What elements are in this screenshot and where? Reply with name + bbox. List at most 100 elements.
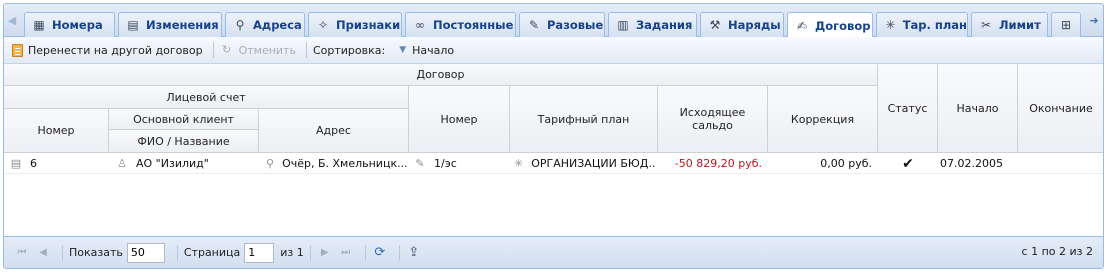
header-tariff-plan[interactable]: Тарифный план — [510, 86, 658, 153]
tab-attributes[interactable]: ✧ Признаки — [308, 12, 402, 37]
pager-separator — [62, 244, 63, 261]
pager-separator — [398, 244, 400, 261]
header-end[interactable]: Окончание — [1018, 64, 1103, 153]
move-to-contract-button[interactable]: Перенести на другой договор — [12, 43, 203, 57]
first-page-icon[interactable]: ⏮ — [14, 247, 30, 258]
next-page-icon[interactable]: ▶ — [317, 247, 333, 258]
tab-permanent[interactable]: ∞ Постоянные — [405, 12, 516, 37]
sort-down-icon: ▼ — [399, 45, 407, 55]
cell-address-text: Очёр, Б. Хмельницк... — [282, 157, 407, 170]
cell-contract-number: ✎ 1/эс — [414, 153, 508, 174]
toolbar-separator — [305, 42, 307, 58]
header-correction[interactable]: Коррекция — [768, 86, 878, 153]
tab-tasks[interactable]: ▥ Задания — [608, 12, 697, 37]
document-icon: ▤ — [127, 18, 139, 32]
cell-end — [1022, 153, 1102, 174]
tab-label: Наряды — [728, 18, 781, 32]
cell-number-text: 6 — [30, 157, 37, 170]
notebook-icon: ▥ — [617, 18, 629, 32]
page-size-input[interactable] — [126, 242, 165, 263]
cell-contract-number-text: 1/эс — [434, 157, 457, 170]
refresh-icon[interactable]: ⟳ — [372, 245, 388, 260]
tab-contract[interactable]: ✍ Договор — [787, 12, 873, 38]
move-to-contract-label: Перенести на другой договор — [28, 43, 203, 57]
header-account-group: Лицевой счет — [4, 86, 409, 109]
header-contract-number[interactable]: Номер — [409, 86, 510, 153]
undo-button[interactable]: ↻ Отменить — [220, 43, 296, 57]
toolbar: Перенести на другой договор ↻ Отменить С… — [4, 37, 1103, 64]
grid-icon: ⊞ — [1060, 18, 1072, 32]
cell-start: 07.02.2005 — [940, 157, 1003, 170]
header-number[interactable]: Номер — [4, 109, 109, 153]
scissors-icon: ✂ — [980, 18, 992, 32]
account-card-icon: ▤ — [10, 157, 22, 170]
calendar-icon: ▦ — [33, 18, 45, 32]
pager-separator — [176, 244, 178, 261]
contract-icon: ✎ — [415, 157, 425, 170]
cell-tariff-plan-text: ОРГАНИЗАЦИИ БЮД... — [531, 157, 656, 170]
pager-separator — [364, 244, 366, 261]
tab-changes[interactable]: ▤ Изменения — [118, 12, 222, 37]
header-status[interactable]: Статус — [878, 64, 938, 153]
tab-label: Договор — [815, 18, 871, 33]
cell-number: ▤ 6 — [10, 153, 109, 174]
cell-tariff-plan: ✳ ОРГАНИЗАЦИИ БЮД... — [514, 153, 656, 174]
tab-label: Изменения — [146, 18, 219, 32]
tab-label: Задания — [636, 18, 693, 32]
cell-outgoing-balance: -50 829,20 руб. — [674, 157, 762, 170]
toolbar-separator — [212, 42, 214, 58]
paging-toolbar: ⏮ ◀ Показать Страница из 1 ▶ ⏭ ⟳ ⇪ с 1 п… — [4, 236, 1103, 268]
map-pin-icon: ⚲ — [235, 18, 245, 32]
tab-limit[interactable]: ✂ Лимит — [971, 12, 1048, 37]
header-start[interactable]: Начало — [938, 64, 1018, 153]
network-icon: ✳ — [885, 18, 896, 32]
cell-client: ♙ АО "Изилид" — [116, 153, 259, 174]
page-number-input[interactable] — [244, 242, 275, 263]
magic-wand-icon: ✧ — [317, 18, 329, 32]
table-row[interactable]: ▤ 6 ♙ АО "Изилид" ⚲ Очёр, Б. Хмельницк..… — [4, 153, 1103, 174]
tools-icon: ⚒ — [709, 18, 721, 32]
tab-one-time[interactable]: ✎ Разовые — [519, 12, 605, 37]
wrench-icon: ✎ — [528, 18, 540, 32]
header-outgoing-balance[interactable]: Исходящее сальдо — [658, 86, 768, 153]
cell-address: ⚲ Очёр, Б. Хмельницк... — [266, 153, 407, 174]
tab-label: Тар. план — [902, 18, 967, 32]
undo-icon: ↻ — [221, 43, 232, 56]
header-main-client: Основной клиент — [109, 109, 259, 130]
tab-numbers[interactable]: ▦ Номера — [24, 12, 115, 37]
link-icon: ∞ — [415, 18, 425, 32]
status-check-icon: ✔ — [902, 155, 914, 172]
tab-label: Постоянные — [433, 18, 514, 32]
header-contract-group: Договор — [4, 64, 878, 86]
tab-label: Признаки — [336, 18, 401, 32]
tab-more[interactable]: ⊞ — [1051, 12, 1081, 37]
tab-scroll-right-button[interactable]: ➜ — [1087, 13, 1101, 29]
sort-button[interactable]: ▼ Начало — [391, 44, 454, 57]
header-address[interactable]: Адрес — [259, 109, 409, 153]
tab-label: Номера — [52, 18, 103, 32]
contract-icon: ✍ — [796, 18, 808, 33]
person-icon: ♙ — [117, 157, 127, 170]
tab-addresses[interactable]: ⚲ Адреса — [225, 12, 305, 37]
paging-info: с 1 по 2 из 2 — [1021, 245, 1093, 258]
sort-label: Сортировка: — [312, 43, 386, 57]
tab-label: Адреса — [253, 18, 302, 32]
cell-client-text: АО "Изилид" — [136, 157, 209, 170]
prev-page-icon[interactable]: ◀ — [35, 247, 51, 258]
tab-label: Лимит — [999, 18, 1041, 32]
main-panel: ◀ ▦ Номера ▤ Изменения ⚲ Адреса ✧ Призна… — [3, 3, 1104, 269]
tab-scroll-left-button[interactable]: ◀ — [5, 13, 19, 29]
contract-grid: Договор Статус Начало Окончание Лицевой … — [4, 64, 1103, 238]
network-icon: ✳ — [514, 157, 524, 170]
tab-label: Разовые — [547, 18, 604, 32]
last-page-icon[interactable]: ⏭ — [338, 247, 354, 258]
page-count-label: из 1 — [280, 246, 304, 259]
header-client-name[interactable]: ФИО / Название — [109, 130, 259, 153]
sort-value: Начало — [412, 43, 455, 57]
page-size-label: Показать — [69, 246, 123, 259]
map-pin-icon: ⚲ — [266, 157, 275, 170]
export-icon[interactable]: ⇪ — [406, 245, 422, 260]
page-label: Страница — [183, 246, 241, 259]
tab-orders[interactable]: ⚒ Наряды — [700, 12, 784, 37]
tab-tariff-plan[interactable]: ✳ Тар. план — [876, 12, 968, 37]
